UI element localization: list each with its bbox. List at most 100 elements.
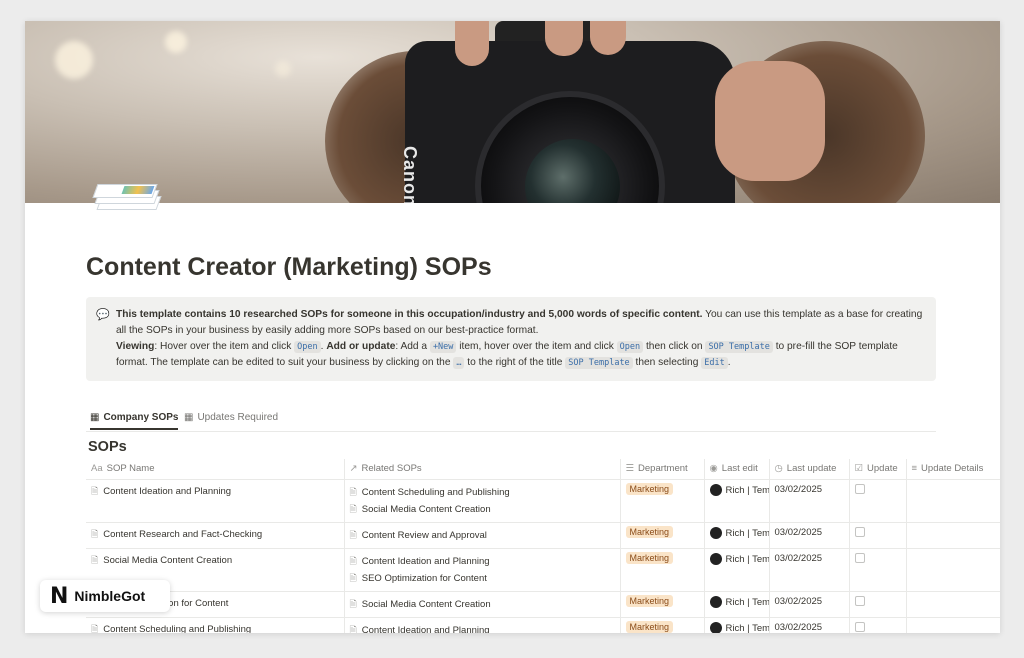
tab-updates-required[interactable]: ▦ Updates Required bbox=[184, 412, 278, 423]
callout-text: This template contains 10 researched SOP… bbox=[116, 309, 923, 369]
related-sop-link[interactable]: 🗎 SEO Optimization for Content bbox=[350, 570, 615, 587]
avatar bbox=[709, 526, 722, 539]
update-checkbox[interactable] bbox=[854, 595, 865, 606]
column-type-icon: ◷ bbox=[774, 463, 783, 475]
department-cell[interactable]: Marketing bbox=[619, 479, 704, 523]
column-type-icon: ◉ bbox=[709, 463, 718, 475]
document-icon: 🗎 bbox=[91, 485, 99, 496]
sops-table: Aa SOP Name ↗ Related SOPs ☰ Department ◉ Last … bbox=[86, 459, 1000, 633]
update-details-cell[interactable] bbox=[905, 617, 1000, 633]
column-header[interactable]: ☑ Update bbox=[848, 459, 906, 480]
update-details-cell[interactable] bbox=[905, 522, 1000, 549]
department-badge: Marketing bbox=[625, 525, 674, 538]
document-icon: 🗎 bbox=[91, 528, 99, 539]
sop-name-cell[interactable]: 🗎 Content Ideation and Planning bbox=[86, 479, 344, 523]
update-checkbox[interactable] bbox=[854, 621, 865, 632]
view-tabs: ▦ Company SOPs ▦ Updates Required bbox=[86, 408, 936, 432]
update-checkbox[interactable] bbox=[854, 552, 865, 563]
open-code: Open bbox=[294, 341, 321, 353]
related-sops-cell[interactable]: 🗎 Social Media Content Creation bbox=[343, 591, 620, 618]
update-cell[interactable] bbox=[848, 617, 906, 633]
new-code: +New bbox=[429, 341, 457, 353]
department-cell[interactable]: Marketing bbox=[619, 522, 704, 549]
table-row[interactable]: 🗎 Social Media Content Creation 🗎 Content I… bbox=[86, 548, 1000, 592]
update-details-cell[interactable] bbox=[905, 591, 1000, 618]
update-cell[interactable] bbox=[848, 522, 906, 549]
last-update-cell[interactable]: 03/02/2025 bbox=[768, 591, 849, 618]
related-sop-link[interactable]: 🗎 Content Review and Approval bbox=[350, 527, 615, 544]
speech-bubble-icon: 💬 bbox=[96, 309, 110, 321]
column-header[interactable]: ↗ Related SOPs bbox=[343, 459, 620, 480]
related-sop-link[interactable]: 🗎 Social Media Content Creation bbox=[350, 596, 615, 613]
sop-template-code: SOP Template bbox=[705, 341, 773, 353]
table-row[interactable]: 🗎 Content Scheduling and Publishing 🗎 Conte… bbox=[86, 617, 1000, 633]
last-edit-cell[interactable]: Rich | Tem bbox=[703, 591, 769, 618]
column-header[interactable]: ◉ Last edit bbox=[703, 459, 769, 480]
brand-name: NimbleGot bbox=[74, 588, 146, 604]
notion-page: Canon Content Creator (Marketing) SOPs 💬… bbox=[25, 21, 1000, 633]
table-icon: ▦ bbox=[184, 412, 194, 423]
last-update-cell[interactable]: 03/02/2025 bbox=[768, 479, 849, 523]
update-details-cell[interactable] bbox=[905, 479, 1000, 523]
document-icon: 🗎 bbox=[349, 555, 357, 566]
related-sops-cell[interactable]: 🗎 Content Ideation and Planning bbox=[343, 617, 620, 634]
last-edit-cell[interactable]: Rich | Tem bbox=[703, 479, 769, 523]
related-sop-link[interactable]: 🗎 Content Ideation and Planning bbox=[350, 553, 615, 570]
table-row[interactable]: 🗎SEO Optimization for Content🗎Social Med… bbox=[86, 591, 1000, 618]
last-edit-cell[interactable]: Rich | Tem bbox=[703, 522, 769, 549]
update-checkbox[interactable] bbox=[854, 483, 865, 494]
sop-name-cell[interactable]: 🗎 Content Scheduling and Publishing bbox=[86, 617, 344, 633]
document-icon: 🗎 bbox=[349, 503, 357, 514]
tab-company-sops[interactable]: ▦ Company SOPs bbox=[90, 412, 179, 430]
document-icon: 🗎 bbox=[91, 623, 99, 634]
last-update-cell[interactable]: 03/02/2025 bbox=[768, 617, 849, 633]
related-sop-link[interactable]: 🗎 Social Media Content Creation bbox=[350, 501, 615, 518]
document-icon: 🗎 bbox=[349, 624, 357, 634]
table-header: Aa SOP Name ↗ Related SOPs ☰ Department ◉ Last … bbox=[86, 459, 1000, 480]
table-row[interactable]: 🗎 Content Ideation and Planning 🗎 Content S… bbox=[86, 479, 1000, 523]
department-cell[interactable]: Marketing bbox=[619, 591, 704, 618]
department-cell[interactable]: Marketing bbox=[619, 617, 704, 633]
callout-block: 💬 This template contains 10 researched S… bbox=[86, 297, 936, 381]
avatar bbox=[709, 621, 722, 633]
related-sop-link[interactable]: 🗎 Content Ideation and Planning bbox=[350, 622, 615, 634]
department-badge: Marketing bbox=[625, 594, 674, 607]
update-cell[interactable] bbox=[848, 479, 906, 523]
column-header[interactable]: ◷ Last update bbox=[768, 459, 849, 480]
related-sops-cell[interactable]: 🗎 Content Ideation and Planning 🗎 SEO Optim… bbox=[343, 548, 620, 592]
last-edit-cell[interactable]: Rich | Tem bbox=[703, 548, 769, 592]
last-update-cell[interactable]: 03/02/2025 bbox=[768, 548, 849, 592]
update-checkbox[interactable] bbox=[854, 526, 865, 537]
update-cell[interactable] bbox=[848, 591, 906, 618]
page-title: Content Creator (Marketing) SOPs bbox=[86, 253, 492, 281]
table-row[interactable]: 🗎 Content Research and Fact-Checking 🗎 Cont… bbox=[86, 522, 1000, 549]
column-type-icon: ≡ bbox=[911, 463, 918, 475]
document-icon: 🗎 bbox=[349, 486, 357, 497]
column-header[interactable]: Aa SOP Name bbox=[86, 459, 344, 480]
column-type-icon: ☰ bbox=[625, 463, 635, 475]
column-type-icon: ↗ bbox=[349, 463, 358, 475]
brand-logo-icon: N bbox=[50, 583, 69, 609]
department-badge: Marketing bbox=[625, 620, 674, 633]
related-sop-link[interactable]: 🗎 Content Scheduling and Publishing bbox=[350, 484, 615, 501]
page-icon[interactable] bbox=[92, 178, 171, 214]
table-body: 🗎 Content Ideation and Planning 🗎 Content S… bbox=[86, 479, 1000, 633]
related-sops-cell[interactable]: 🗎 Content Review and Approval bbox=[343, 522, 620, 549]
database-title: SOPs bbox=[88, 439, 127, 455]
camera-brand-label: Canon bbox=[400, 146, 420, 203]
sop-name-cell[interactable]: 🗎 Content Research and Fact-Checking bbox=[86, 522, 344, 549]
document-icon: 🗎 bbox=[349, 598, 357, 609]
department-cell[interactable]: Marketing bbox=[619, 548, 704, 592]
cover-image[interactable]: Canon bbox=[25, 21, 1000, 203]
last-update-cell[interactable]: 03/02/2025 bbox=[768, 522, 849, 549]
brand-badge: N NimbleGot bbox=[40, 580, 170, 612]
related-sops-cell[interactable]: 🗎 Content Scheduling and Publishing 🗎 Socia… bbox=[343, 479, 620, 523]
avatar bbox=[709, 595, 722, 608]
department-badge: Marketing bbox=[625, 482, 674, 495]
column-header[interactable]: ≡ Update Details bbox=[905, 459, 1000, 480]
update-cell[interactable] bbox=[848, 548, 906, 592]
update-details-cell[interactable] bbox=[905, 548, 1000, 592]
column-header[interactable]: ☰ Department bbox=[619, 459, 704, 480]
last-edit-cell[interactable]: Rich | Tem bbox=[703, 617, 769, 633]
edit-code: Edit bbox=[701, 357, 728, 369]
